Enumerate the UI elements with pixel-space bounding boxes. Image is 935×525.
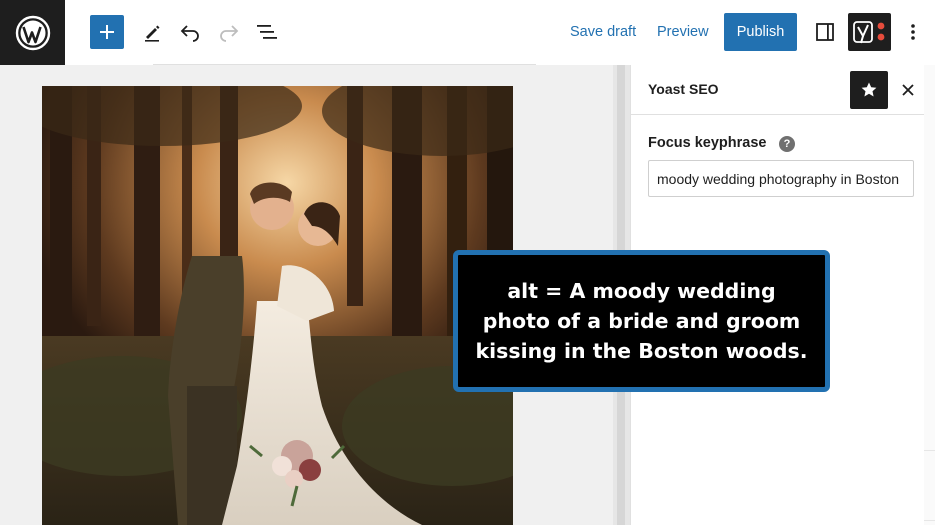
settings-toggle-button[interactable]	[808, 15, 842, 49]
question-mark-icon[interactable]: ?	[779, 136, 795, 152]
wordpress-logo-icon[interactable]	[0, 0, 65, 65]
redo-button[interactable]	[212, 15, 246, 49]
editor-toolbar: Save draft Preview Publish	[0, 0, 935, 65]
sidebar-scrollbar-rule	[924, 450, 935, 451]
wedding-photo-image[interactable]	[42, 86, 513, 525]
pencil-icon	[145, 25, 160, 42]
sidebar-header: Yoast SEO	[631, 65, 924, 115]
plus-icon	[100, 25, 114, 39]
focus-keyphrase-label: Focus keyphrase	[648, 135, 767, 151]
list-view-icon	[257, 25, 277, 39]
sidebar-scrollbar[interactable]	[924, 65, 935, 525]
sidebar-title: Yoast SEO	[648, 81, 719, 97]
alt-text-callout: alt = A moody wedding photo of a bride a…	[453, 250, 830, 392]
preview-button[interactable]: Preview	[657, 13, 709, 51]
tools-button[interactable]	[135, 15, 169, 49]
redo-icon	[220, 25, 239, 42]
close-icon	[902, 84, 914, 96]
sidebar-toggle-icon	[816, 23, 834, 41]
yoast-seo-button[interactable]	[848, 13, 891, 51]
save-draft-button[interactable]: Save draft	[570, 13, 636, 51]
add-block-button[interactable]	[90, 15, 124, 49]
pin-sidebar-button[interactable]	[850, 71, 888, 109]
yoast-logo-icon	[852, 21, 884, 44]
sidebar-scrollbar-rule	[924, 520, 935, 521]
undo-icon	[180, 25, 199, 42]
star-icon	[861, 82, 877, 97]
close-sidebar-button[interactable]	[893, 75, 923, 105]
alt-text-callout-text: alt = A moody wedding photo of a bride a…	[475, 279, 808, 363]
undo-button[interactable]	[173, 15, 207, 49]
vertical-ellipsis-icon	[911, 24, 915, 40]
publish-button[interactable]: Publish	[724, 13, 797, 51]
options-button[interactable]	[898, 15, 928, 49]
list-view-button[interactable]	[250, 15, 284, 49]
focus-keyphrase-input[interactable]	[648, 160, 914, 197]
